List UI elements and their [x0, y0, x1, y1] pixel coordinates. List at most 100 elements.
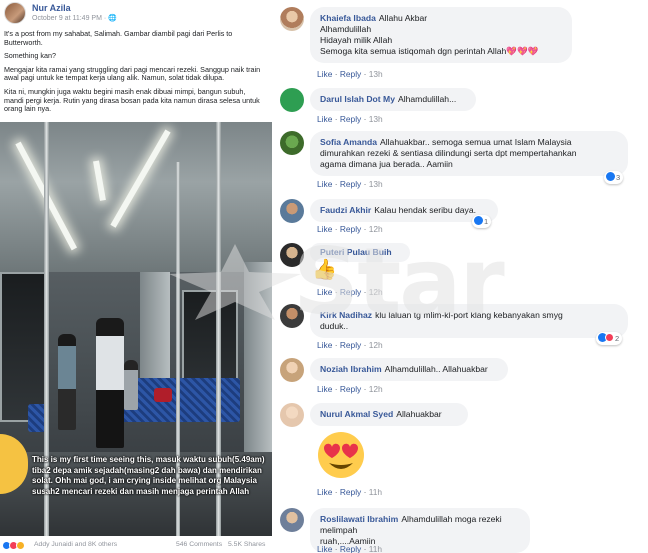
like-link[interactable]: Like — [317, 69, 332, 79]
comment-item: Puteri Pulau Buih 👍 Like · Reply · 12h — [280, 243, 640, 301]
separator: · — [334, 179, 338, 189]
separator: · — [363, 224, 367, 234]
commenter-avatar[interactable] — [280, 243, 304, 267]
comment-actions: Like · Reply · 11h — [317, 487, 382, 497]
separator: · — [363, 544, 367, 553]
commenter-avatar[interactable] — [280, 403, 304, 427]
author-avatar[interactable] — [4, 2, 26, 24]
comment-text: Alhamdulillah — [320, 24, 372, 34]
comment-time[interactable]: 12h — [369, 384, 383, 394]
comment-bubble: Kirk Nadihaz klu laluan tg mlim-kl-port k… — [310, 304, 628, 338]
post-timestamp[interactable]: October 9 at 11:49 PM · 🌐 — [32, 14, 117, 22]
thumbs-up-sticker-icon: 👍 — [312, 259, 337, 281]
facebook-post: Nur Azila October 9 at 11:49 PM · 🌐 It's… — [0, 0, 272, 553]
separator: · — [334, 224, 338, 234]
separator: · — [363, 179, 367, 189]
post-paragraph: Mengajar kita ramai yang struggling dari… — [4, 64, 261, 83]
comment-text: klu laluan tg mlim-kl-port klang kebanya… — [375, 310, 563, 320]
commenter-avatar[interactable] — [280, 7, 304, 31]
post-body: It's a post from my sahabat, Salimah. Ga… — [4, 29, 266, 119]
reply-link[interactable]: Reply — [340, 69, 361, 79]
commenter-name[interactable]: Puteri Pulau Buih — [320, 247, 392, 257]
comment-reactions[interactable]: 3 — [604, 171, 624, 184]
commenter-name[interactable]: Noziah Ibrahim — [320, 364, 382, 374]
comment-time[interactable]: 13h — [369, 69, 383, 79]
comment-actions: Like · Reply · 12h — [317, 384, 383, 394]
passenger — [58, 334, 76, 430]
reply-link[interactable]: Reply — [340, 544, 361, 553]
commenter-avatar[interactable] — [280, 508, 304, 532]
photo-caption: This is my first time seeing this, masuk… — [32, 455, 265, 496]
separator: · — [334, 287, 338, 297]
commenter-name[interactable]: Khaiefa Ibada — [320, 13, 376, 23]
comment-time[interactable]: 12h — [369, 340, 383, 350]
timestamp-text[interactable]: October 9 at 11:49 PM · — [32, 15, 108, 22]
like-link[interactable]: Like — [317, 179, 332, 189]
reply-link[interactable]: Reply — [340, 179, 361, 189]
comment-text: Allahu Akbar — [378, 13, 428, 23]
wow-reaction-icon — [16, 541, 25, 550]
passenger — [124, 360, 138, 410]
post-paragraph: Something kan? — [4, 51, 56, 61]
like-link[interactable]: Like — [317, 287, 332, 297]
comment-text: Allahuakbar — [396, 409, 442, 419]
train-door — [140, 272, 170, 392]
reply-link[interactable]: Reply — [340, 340, 361, 350]
separator: · — [334, 114, 338, 124]
reply-link[interactable]: Reply — [340, 224, 361, 234]
like-link[interactable]: Like — [317, 114, 332, 124]
like-reaction-icon — [474, 216, 483, 225]
like-link[interactable]: Like — [317, 487, 332, 497]
separator: · — [363, 384, 367, 394]
commenter-name[interactable]: Nurul Akmal Syed — [320, 409, 393, 419]
comment-bubble: Darul Islah Dot My Alhamdulillah... — [310, 88, 476, 111]
commenter-avatar[interactable] — [280, 358, 304, 382]
likers-summary[interactable]: Addy Junaidi and 8K others — [34, 541, 117, 548]
comment-bubble: Khaiefa Ibada Allahu Akbar Alhamdulillah … — [310, 7, 572, 63]
reaction-count: 1 — [484, 217, 489, 226]
comment-actions: Like · Reply · 12h — [317, 340, 383, 350]
train-seat — [120, 378, 240, 422]
separator: · — [363, 114, 367, 124]
commenter-name[interactable]: Darul Islah Dot My — [320, 94, 395, 104]
commenter-avatar[interactable] — [280, 131, 304, 155]
like-link[interactable]: Like — [317, 340, 332, 350]
commenter-avatar[interactable] — [280, 304, 304, 328]
commenter-avatar[interactable] — [280, 88, 304, 112]
reply-link[interactable]: Reply — [340, 487, 361, 497]
comment-text: duduk.. — [320, 321, 349, 331]
heart-eyes-emoji-icon — [318, 432, 364, 478]
comment-time[interactable]: 13h — [369, 114, 383, 124]
globe-icon: 🌐 — [108, 15, 117, 22]
like-link[interactable]: Like — [317, 224, 332, 234]
comment-reactions[interactable]: 2 — [596, 332, 623, 345]
separator: · — [334, 544, 338, 553]
like-link[interactable]: Like — [317, 384, 332, 394]
comment-time[interactable]: 11h — [369, 544, 382, 553]
reply-link[interactable]: Reply — [340, 384, 361, 394]
separator: · — [363, 340, 367, 350]
commenter-name[interactable]: Sofia Amanda — [320, 137, 377, 147]
comment-time[interactable]: 11h — [369, 487, 382, 497]
reply-link[interactable]: Reply — [340, 287, 361, 297]
commenter-name[interactable]: Roslilawati Ibrahim — [320, 514, 398, 524]
reply-link[interactable]: Reply — [340, 114, 361, 124]
reaction-icons[interactable] — [2, 541, 32, 550]
post-photo[interactable]: This is my first time seeing this, masuk… — [0, 122, 272, 536]
train-ceiling — [0, 122, 272, 272]
comment-actions: Like · Reply · 13h — [317, 114, 383, 124]
commenter-name[interactable]: Kirk Nadihaz — [320, 310, 372, 320]
commenter-name[interactable]: Faudzi Akhir — [320, 205, 371, 215]
commenter-avatar[interactable] — [280, 199, 304, 223]
author-name[interactable]: Nur Azila — [32, 3, 71, 13]
comment-time[interactable]: 12h — [369, 224, 383, 234]
comment-time[interactable]: 12h — [369, 287, 383, 297]
reaction-count: 3 — [616, 173, 621, 182]
separator: · — [334, 340, 338, 350]
like-link[interactable]: Like — [317, 544, 332, 553]
comment-reactions[interactable]: 1 — [472, 215, 492, 228]
share-count[interactable]: 5.5K Shares — [228, 541, 265, 548]
comment-time[interactable]: 13h — [369, 179, 383, 189]
love-reaction-icon — [605, 333, 614, 342]
comment-count[interactable]: 546 Comments — [176, 541, 222, 548]
